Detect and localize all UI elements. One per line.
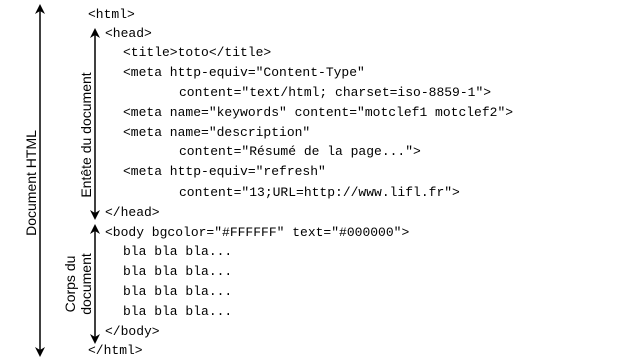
code-meta-refresh: <meta http-equiv="refresh" bbox=[123, 164, 326, 179]
code-meta-description-value: content="Résumé de la page..."> bbox=[179, 144, 421, 159]
head-section-label: Entête du document bbox=[78, 72, 94, 198]
code-html-open: <html> bbox=[88, 7, 135, 22]
code-body-close: </body> bbox=[105, 324, 160, 339]
body-section-label: Corps du document bbox=[62, 253, 94, 314]
code-html-close: </html> bbox=[88, 343, 143, 358]
code-body-text-3: bla bla bla... bbox=[123, 284, 233, 299]
bracket-arrows bbox=[35, 3, 100, 357]
code-meta-content-type: <meta http-equiv="Content-Type" bbox=[123, 65, 365, 80]
code-meta-content-type-value: content="text/html; charset=iso-8859-1"> bbox=[179, 85, 492, 100]
code-body-open: <body bgcolor="#FFFFFF" text="#000000"> bbox=[105, 225, 410, 240]
code-body-text-1: bla bla bla... bbox=[123, 244, 233, 259]
body-section-label-line1: Corps du bbox=[62, 255, 78, 313]
code-meta-description: <meta name="description" bbox=[123, 125, 311, 140]
body-section-label-line2: document bbox=[78, 253, 94, 315]
code-body-text-4: bla bla bla... bbox=[123, 304, 233, 319]
code-meta-refresh-value: content="13;URL=http://www.lifl.fr"> bbox=[179, 185, 460, 200]
document-label: Document HTML bbox=[23, 130, 39, 236]
code-meta-keywords: <meta name="keywords" content="motclef1 … bbox=[123, 105, 514, 120]
code-head-close: </head> bbox=[105, 205, 160, 220]
code-body-text-2: bla bla bla... bbox=[123, 264, 233, 279]
code-title: <title>toto</title> bbox=[123, 45, 272, 60]
code-head-open: <head> bbox=[105, 26, 152, 41]
